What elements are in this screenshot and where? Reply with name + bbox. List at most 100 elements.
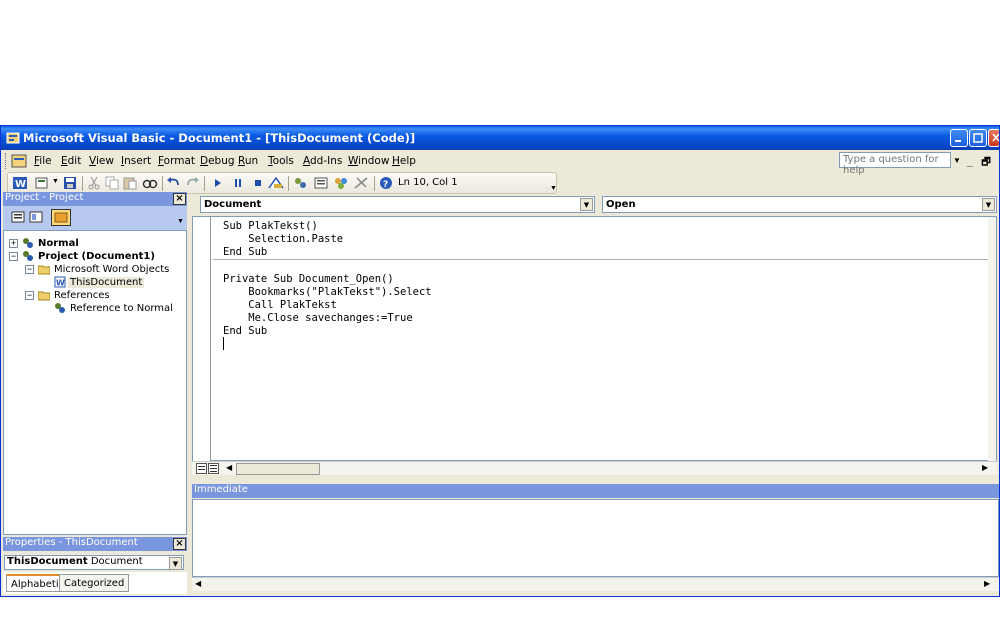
project-explorer-icon[interactable] xyxy=(293,176,309,190)
collapse-word-objects-icon[interactable]: − xyxy=(25,265,34,274)
tree-node-normal[interactable]: Normal xyxy=(38,238,79,249)
help-icon[interactable]: ? xyxy=(378,176,394,190)
design-mode-icon[interactable] xyxy=(268,176,284,190)
code-line-1: Sub PlakTekst() xyxy=(223,220,318,232)
close-project-pane-icon[interactable]: × xyxy=(173,193,186,205)
menu-file[interactable]: File xyxy=(34,155,52,167)
code-horizontal-scrollbar[interactable]: ◀ ▶ xyxy=(192,461,997,475)
reset-icon[interactable] xyxy=(250,176,266,190)
view-object-icon[interactable] xyxy=(29,211,43,223)
scroll-right-icon[interactable]: ▶ xyxy=(984,579,990,588)
object-combo[interactable]: Document ▼ xyxy=(200,196,595,213)
project-pane-header: Project - Project × xyxy=(3,192,187,206)
collapse-references-icon[interactable]: − xyxy=(25,291,34,300)
maximize-button[interactable] xyxy=(969,129,987,147)
run-icon[interactable] xyxy=(210,176,226,190)
menu-grip[interactable] xyxy=(5,153,8,169)
svg-text:W: W xyxy=(15,179,26,190)
scroll-left-icon[interactable]: ◀ xyxy=(226,463,232,472)
scroll-right-icon[interactable]: ▶ xyxy=(982,463,988,472)
expand-normal-icon[interactable]: + xyxy=(9,239,18,248)
menu-insert[interactable]: Insert xyxy=(121,155,151,167)
menu-view[interactable]: View xyxy=(89,155,114,167)
code-line-3: End Sub xyxy=(223,246,268,258)
tab-categorized[interactable]: Categorized xyxy=(59,574,130,592)
cut-icon[interactable] xyxy=(86,176,102,190)
menu-help[interactable]: Help xyxy=(392,155,416,167)
tree-node-thisdocument[interactable]: ThisDocument xyxy=(68,277,145,288)
paste-icon[interactable] xyxy=(122,176,138,190)
toolbar-options-icon[interactable]: ▼ xyxy=(550,185,557,192)
menu-window[interactable]: Window xyxy=(348,155,389,167)
immediate-pane-header: Immediate xyxy=(192,484,999,498)
vba-editor-window: Microsoft Visual Basic - Document1 - [Th… xyxy=(0,125,1000,597)
insert-module-icon[interactable] xyxy=(34,176,50,190)
mdi-window-controls[interactable]: _ 🗗 xyxy=(967,155,994,172)
undo-icon[interactable] xyxy=(166,176,182,190)
break-icon[interactable] xyxy=(230,176,246,190)
collapse-project-icon[interactable]: − xyxy=(9,252,18,261)
insert-dropdown-icon[interactable]: ▼ xyxy=(52,178,59,185)
find-icon[interactable] xyxy=(142,176,158,190)
object-browser-icon[interactable] xyxy=(333,176,349,190)
code-line-8: Me.Close savechanges:=True xyxy=(223,312,413,324)
vba-menu-icon[interactable] xyxy=(11,154,27,168)
menu-run[interactable]: Run xyxy=(238,155,258,167)
close-button[interactable] xyxy=(988,129,999,147)
code-vertical-scrollbar[interactable] xyxy=(988,217,996,461)
chevron-down-icon[interactable]: ▼ xyxy=(169,557,182,570)
minimize-button[interactable] xyxy=(950,129,968,147)
tree-node-project-document1[interactable]: Project (Document1) xyxy=(38,251,155,262)
properties-object-select[interactable]: ThisDocument Document ▼ xyxy=(4,555,184,570)
toolbar-separator xyxy=(288,176,289,191)
copy-icon[interactable] xyxy=(104,176,120,190)
procedure-combo[interactable]: Open ▼ xyxy=(602,196,997,213)
help-question-input[interactable]: Type a question for help xyxy=(839,152,951,176)
code-editor[interactable]: Sub PlakTekst() Selection.Paste End Sub … xyxy=(192,216,997,462)
toolbox-icon[interactable] xyxy=(353,176,369,190)
minimize-icon xyxy=(955,140,961,142)
tree-node-references[interactable]: References xyxy=(54,290,110,301)
close-properties-pane-icon[interactable]: × xyxy=(173,538,186,550)
code-line-6: Bookmarks("PlakTekst").Select xyxy=(223,286,432,298)
immediate-window[interactable] xyxy=(192,499,999,577)
project-toolbar-more-icon[interactable]: ▼ xyxy=(177,218,184,225)
menu-format[interactable]: Format xyxy=(158,155,195,167)
menu-tools[interactable]: Tools xyxy=(268,155,294,167)
view-code-icon[interactable] xyxy=(11,211,25,223)
tree-node-reference-to-normal[interactable]: Reference to Normal xyxy=(70,303,173,314)
help-dropdown-icon[interactable]: ▼ xyxy=(953,156,961,165)
title-bar[interactable]: Microsoft Visual Basic - Document1 - [Th… xyxy=(1,126,999,150)
margin-indicator-bar[interactable] xyxy=(193,217,211,462)
menu-debug[interactable]: Debug xyxy=(200,155,235,167)
folder-icon xyxy=(38,265,50,275)
code-line-2: Selection.Paste xyxy=(223,233,344,245)
code-line-9: End Sub xyxy=(223,325,268,337)
redo-icon[interactable] xyxy=(184,176,200,190)
scroll-left-icon[interactable]: ◀ xyxy=(195,579,201,588)
properties-pane-title: Properties - ThisDocument xyxy=(5,537,138,548)
properties-object-name: ThisDocument xyxy=(7,556,88,567)
window-title: Microsoft Visual Basic - Document1 - [Th… xyxy=(23,131,416,145)
menu-add-ins[interactable]: Add-Ins xyxy=(303,155,342,167)
menu-bar: File Edit View Insert Format Debug Run T… xyxy=(1,150,999,176)
chevron-down-icon[interactable]: ▼ xyxy=(580,198,593,211)
tree-node-word-objects[interactable]: Microsoft Word Objects xyxy=(54,264,169,275)
toolbar-separator xyxy=(162,176,163,191)
toggle-folders-icon[interactable] xyxy=(51,209,71,226)
full-module-view-icon[interactable] xyxy=(208,463,219,474)
properties-object-type: Document xyxy=(90,556,143,567)
menu-edit[interactable]: Edit xyxy=(61,155,81,167)
word-document-icon: W xyxy=(54,276,66,288)
text-cursor xyxy=(223,337,224,350)
save-icon[interactable] xyxy=(62,176,78,190)
properties-window-icon[interactable] xyxy=(313,176,329,190)
chevron-down-icon[interactable]: ▼ xyxy=(982,198,995,211)
word-view-icon[interactable]: W xyxy=(12,176,28,190)
close-icon xyxy=(992,133,999,142)
immediate-horizontal-scrollbar[interactable]: ◀ ▶ xyxy=(192,577,999,591)
toolbar-separator xyxy=(374,176,375,191)
code-scroll-thumb[interactable] xyxy=(236,463,320,475)
procedure-view-icon[interactable] xyxy=(196,463,207,474)
immediate-pane-title: Immediate xyxy=(194,484,248,495)
